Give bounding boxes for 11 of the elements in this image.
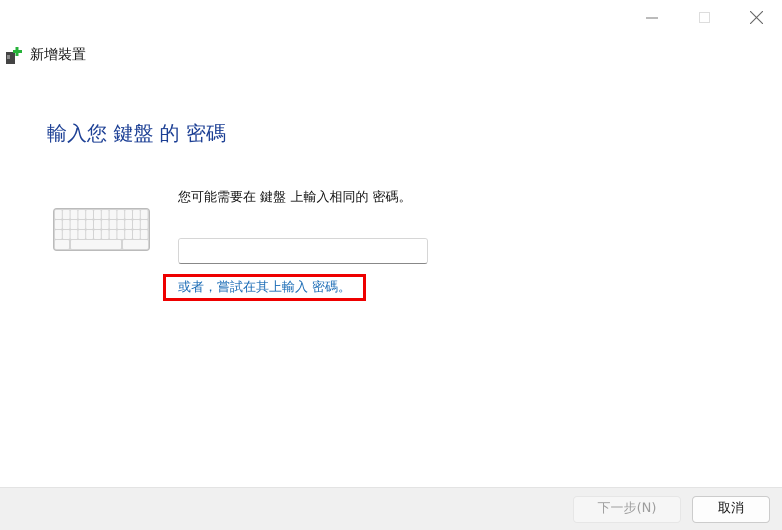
- keyboard-icon: [53, 208, 150, 251]
- maximize-icon: [698, 12, 710, 23]
- pin-input-field[interactable]: [178, 238, 428, 264]
- minimize-icon: [646, 16, 658, 18]
- instruction-text: 您可能需要在 鍵盤 上輸入相同的 密碼。: [178, 189, 412, 207]
- page-heading: 輸入您 鍵盤 的 密碼: [47, 121, 228, 145]
- window-title: 新增裝置: [30, 46, 86, 65]
- device-add-icon: [5, 46, 22, 64]
- cancel-button[interactable]: 取消: [692, 496, 770, 522]
- alternative-link[interactable]: 或者，嘗試在其上輸入 密碼。: [163, 274, 366, 301]
- close-icon: [750, 11, 762, 24]
